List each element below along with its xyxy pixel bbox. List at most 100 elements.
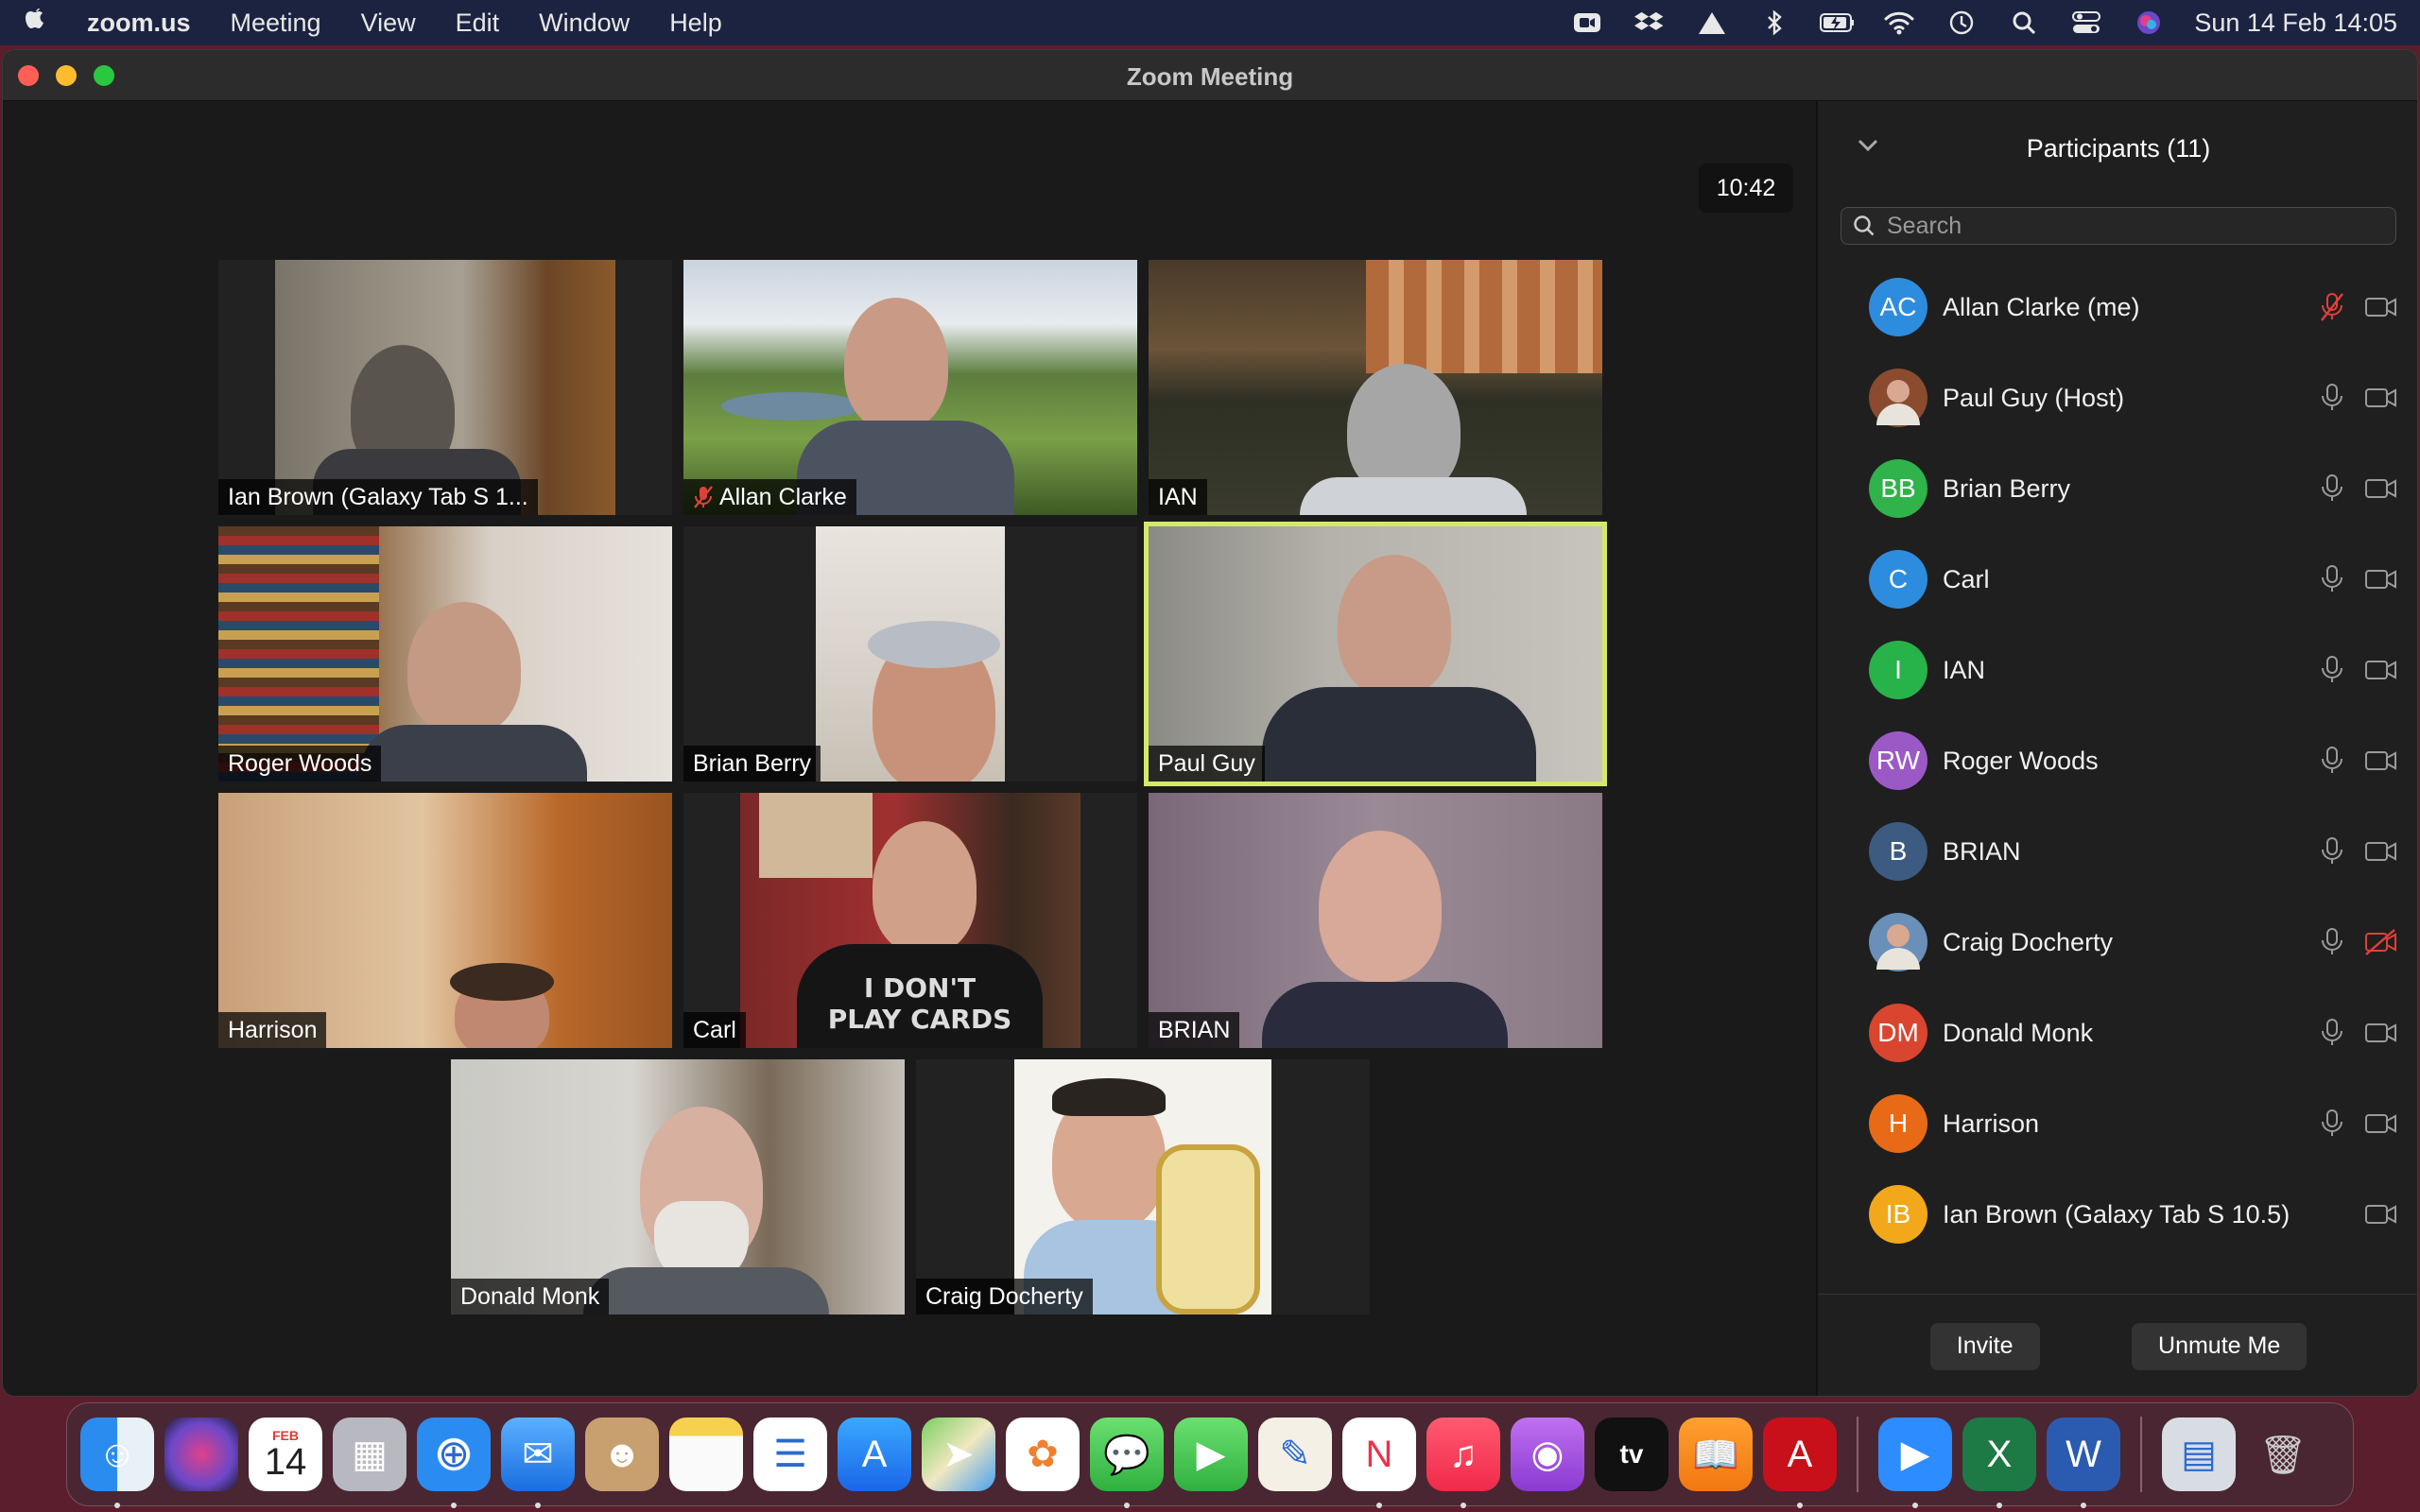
video-camera-icon[interactable] — [2364, 1110, 2398, 1137]
muted-mic-icon[interactable] — [2319, 292, 2345, 322]
video-camera-icon[interactable] — [2364, 838, 2398, 865]
running-indicator — [451, 1503, 457, 1508]
acrobat-icon[interactable]: A — [1763, 1418, 1837, 1508]
collapse-panel-chevron-icon[interactable] — [1858, 133, 1878, 158]
participant-row[interactable]: AC Allan Clarke (me) — [1818, 262, 2417, 352]
video-off-icon[interactable] — [2364, 929, 2398, 955]
calendar-icon[interactable]: FEB 14 — [249, 1418, 322, 1491]
video-tile-harrison[interactable]: Harrison — [218, 793, 672, 1048]
news-icon[interactable]: N — [1342, 1418, 1416, 1508]
invite-button[interactable]: Invite — [1929, 1322, 2040, 1370]
time-machine-icon[interactable] — [1945, 9, 1979, 36]
video-camera-icon[interactable] — [2364, 566, 2398, 593]
video-tile-brian[interactable]: BRIAN — [1149, 793, 1602, 1048]
menu-edit[interactable]: Edit — [456, 9, 500, 38]
books-icon[interactable]: 📖 — [1679, 1418, 1753, 1491]
video-tile-brian-berry[interactable]: Brian Berry — [683, 526, 1137, 782]
menu-window[interactable]: Window — [539, 9, 630, 38]
reminders-icon[interactable]: ☰ — [753, 1418, 827, 1491]
video-tile-ian-brown[interactable]: Ian Brown (Galaxy Tab S 1... — [218, 260, 672, 515]
wifi-icon[interactable] — [1882, 9, 1916, 36]
mic-icon[interactable] — [2319, 836, 2345, 867]
mic-icon[interactable] — [2319, 1108, 2345, 1139]
video-tile-carl[interactable]: I DON'T PLAY CARDS Carl — [683, 793, 1137, 1048]
participant-row[interactable]: C Carl — [1818, 534, 2417, 625]
safari-icon[interactable]: ⊕ — [417, 1418, 491, 1508]
video-camera-icon[interactable] — [2364, 1201, 2398, 1228]
mic-icon[interactable] — [2319, 746, 2345, 776]
mic-icon[interactable] — [2319, 655, 2345, 685]
facetime-icon[interactable]: ▶ — [1174, 1418, 1248, 1491]
apple-menu-icon[interactable] — [23, 5, 47, 41]
control-center-icon[interactable] — [2069, 9, 2103, 36]
video-tile-ian[interactable]: IAN — [1149, 260, 1602, 515]
pages-icon[interactable]: ✎ — [1258, 1418, 1332, 1491]
siri-menu-icon[interactable] — [2132, 9, 2166, 36]
excel-icon[interactable]: X — [1962, 1418, 2036, 1508]
app-menu[interactable]: zoom.us — [87, 9, 191, 38]
participant-row[interactable]: RW Roger Woods — [1818, 715, 2417, 806]
menu-meeting[interactable]: Meeting — [231, 9, 321, 38]
participant-row[interactable]: DM Donald Monk — [1818, 988, 2417, 1078]
word-icon[interactable]: W — [2047, 1418, 2120, 1508]
participant-search-box[interactable] — [1841, 207, 2396, 245]
zoom-icon[interactable]: ▶ — [1878, 1418, 1952, 1508]
video-camera-icon[interactable] — [2364, 385, 2398, 411]
maps-icon[interactable]: ➤ — [922, 1418, 995, 1491]
video-camera-icon[interactable] — [2364, 1020, 2398, 1046]
video-camera-icon[interactable] — [2364, 294, 2398, 320]
preview-icon[interactable]: ▤ — [2162, 1418, 2236, 1491]
mic-icon[interactable] — [2319, 1018, 2345, 1048]
messages-icon[interactable]: 💬 — [1090, 1418, 1164, 1508]
video-camera-icon[interactable] — [2364, 657, 2398, 683]
participant-name: Brian Berry — [1943, 473, 2071, 503]
video-camera-icon[interactable] — [2364, 747, 2398, 774]
menubar-clock[interactable]: Sun 14 Feb 14:05 — [2194, 9, 2397, 38]
mic-icon[interactable] — [2319, 383, 2345, 413]
video-tile-donald-monk[interactable]: Donald Monk — [451, 1059, 905, 1314]
window-title: Zoom Meeting — [1126, 62, 1294, 91]
mic-icon[interactable] — [2319, 927, 2345, 957]
contacts-icon[interactable]: ☻ — [585, 1418, 659, 1491]
participant-row[interactable]: Craig Docherty — [1818, 897, 2417, 988]
finder-icon[interactable]: ☺ — [80, 1418, 154, 1508]
launchpad-icon[interactable]: ▦ — [333, 1418, 406, 1491]
running-indicator — [1376, 1503, 1382, 1508]
appletv-icon[interactable]: tv — [1595, 1418, 1668, 1491]
podcasts-icon[interactable]: ◉ — [1511, 1418, 1584, 1491]
participant-row[interactable]: BB Brian Berry — [1818, 443, 2417, 534]
search-input[interactable] — [1887, 212, 2365, 240]
participant-row[interactable]: Paul Guy (Host) — [1818, 352, 2417, 443]
participant-row[interactable]: B BRIAN — [1818, 806, 2417, 897]
drive-icon[interactable] — [1695, 9, 1729, 36]
video-camera-icon[interactable] — [2364, 475, 2398, 502]
participant-row[interactable]: H Harrison — [1818, 1078, 2417, 1169]
participant-row[interactable]: IB Ian Brown (Galaxy Tab S 10.5) — [1818, 1169, 2417, 1260]
trash-icon[interactable]: 🗑 — [2246, 1418, 2320, 1491]
video-tile-allan-clarke[interactable]: Allan Clarke — [683, 260, 1137, 515]
menu-help[interactable]: Help — [669, 9, 722, 38]
video-tile-roger-woods[interactable]: Roger Woods — [218, 526, 672, 782]
dock: ☺ FEB 14 ▦ ⊕ ✉ ☻ ☰ A ➤ ✿ 💬 ▶ ✎ N ♫ ◉ tv 📖 A ▶ X W ▤ 🗑 — [66, 1402, 2354, 1508]
menu-bar: zoom.us Meeting View Edit Window Help Su… — [0, 0, 2420, 45]
participant-row[interactable]: I IAN — [1818, 625, 2417, 715]
music-icon[interactable]: ♫ — [1426, 1418, 1500, 1508]
appstore-icon[interactable]: A — [838, 1418, 911, 1491]
siri-icon[interactable] — [164, 1418, 238, 1491]
battery-icon[interactable] — [1820, 9, 1855, 36]
mic-icon[interactable] — [2319, 473, 2345, 504]
menu-view[interactable]: View — [361, 9, 416, 38]
bluetooth-icon[interactable] — [1757, 9, 1791, 36]
notes-icon[interactable] — [669, 1418, 743, 1491]
participant-initials-avatar: RW — [1869, 731, 1927, 790]
dropbox-icon[interactable] — [1633, 9, 1667, 36]
mic-icon[interactable] — [2319, 564, 2345, 594]
avatar-initials: BB — [1880, 473, 1916, 503]
zoom-status-icon[interactable] — [1570, 9, 1604, 36]
video-tile-paul-guy-active-speaker[interactable]: Paul Guy — [1144, 522, 1607, 786]
photos-icon[interactable]: ✿ — [1006, 1418, 1080, 1491]
unmute-me-button[interactable]: Unmute Me — [2132, 1322, 2308, 1370]
video-tile-craig-docherty[interactable]: Craig Docherty — [916, 1059, 1370, 1314]
mail-icon[interactable]: ✉ — [501, 1418, 575, 1508]
spotlight-search-icon[interactable] — [2007, 9, 2041, 36]
